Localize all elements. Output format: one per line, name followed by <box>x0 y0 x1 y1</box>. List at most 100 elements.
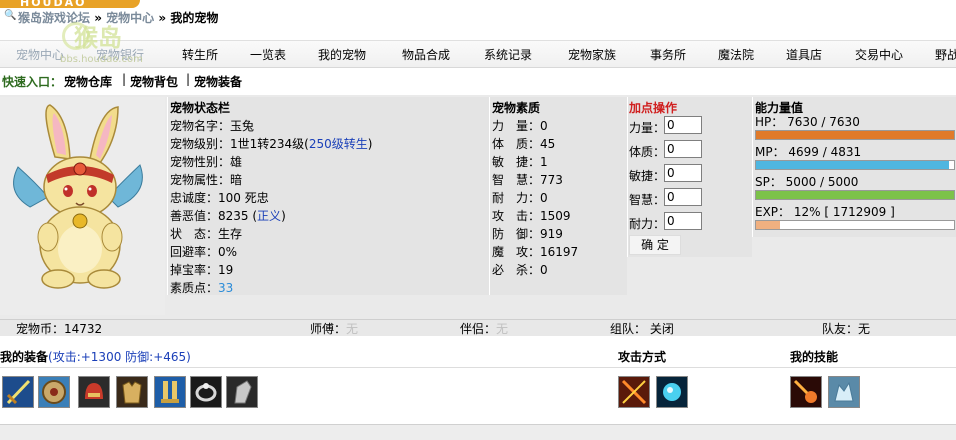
nav-item-shop[interactable]: 道具店 <box>786 46 822 63</box>
rebirth-level-link[interactable]: 250级转生 <box>309 137 368 151</box>
pet-level-prefix: 宠物级别：1世1转234级( <box>170 137 309 151</box>
points-title: 加点操作 <box>629 101 678 115</box>
pet-drop-rate: 掉宝率：19 <box>170 263 234 277</box>
armor-icon[interactable] <box>116 376 148 408</box>
equipment-label: 我的装备 <box>0 350 49 364</box>
attrs-title: 宠物素质 <box>492 101 541 115</box>
sp-text: SP： 5000 / 5000 <box>755 175 859 189</box>
pet-status-panel: 宠物状态栏 宠物名字：玉兔 宠物级别：1世1转234级(250级转生) 宠物性别… <box>167 97 489 295</box>
bottom-bar <box>0 424 956 440</box>
master-info: 师傅：无 <box>310 320 358 337</box>
nav-rebirth[interactable]: 转生所 <box>182 46 218 63</box>
rabbit-pet-icon <box>13 104 143 289</box>
watermark-url: bbs.houdao.com <box>60 54 143 65</box>
nav-office[interactable]: 事务所 <box>650 46 686 63</box>
attack-method-title: 攻击方式 <box>618 350 667 364</box>
point-label-agility: 敏捷： <box>629 169 666 183</box>
points-label: 素质点： <box>170 281 219 295</box>
team-status: 组队： 关闭 <box>610 322 674 336</box>
logo-text: HOUDAO <box>20 0 87 9</box>
attr-attack: 攻 击：1509 <box>492 209 571 223</box>
quick-link-equipment[interactable]: 宠物装备 <box>194 73 242 90</box>
divider <box>0 367 956 368</box>
point-label-constitution: 体质： <box>629 145 666 159</box>
pet-karma-suffix: ) <box>281 209 286 223</box>
hp-bar <box>755 130 955 140</box>
points-value: 33 <box>218 281 234 295</box>
ring-icon[interactable] <box>190 376 222 408</box>
nav-item-synthesis[interactable]: 物品合成 <box>402 46 450 63</box>
pet-attribute: 宠物属性：暗 <box>170 173 243 187</box>
pet-level-suffix: ) <box>367 137 373 151</box>
pet-evade: 回避率：0% <box>170 245 238 259</box>
attr-critical: 必 杀：0 <box>492 263 548 277</box>
pet-loyalty: 忠诚度：100 死忠 <box>170 191 269 205</box>
karma-link[interactable]: 正义 <box>257 209 281 223</box>
pet-karma-prefix: 善恶值：8235 ( <box>170 209 258 223</box>
partner-label: 伴侣： <box>460 322 497 336</box>
site-logo[interactable]: HOUDAO <box>0 0 140 9</box>
agility-input[interactable]: 0 <box>664 164 702 182</box>
pet-karma: 善恶值：8235 (正义) <box>170 207 286 224</box>
point-label-endurance: 耐力： <box>629 217 666 231</box>
quick-link-backpack[interactable]: 宠物背包 <box>130 73 178 90</box>
master-value: 无 <box>346 322 359 336</box>
nav-my-pet[interactable]: 我的宠物 <box>318 46 366 63</box>
exp-text: EXP： 12% [ 1712909 ] <box>755 205 895 219</box>
ice-orb-icon[interactable] <box>656 376 688 408</box>
sp-bar <box>755 190 955 200</box>
ice-beast-icon[interactable] <box>828 376 860 408</box>
shield-icon[interactable] <box>38 376 70 408</box>
mp-bar-fill <box>756 161 949 169</box>
pet-name: 宠物名字：玉兔 <box>170 119 255 133</box>
attr-wisdom: 智 慧：773 <box>492 173 563 187</box>
nav-pet-center[interactable]: 宠物中心 <box>16 46 64 63</box>
attr-constitution: 体 质：45 <box>492 137 556 151</box>
quick-sep: | <box>122 72 127 86</box>
pet-level: 宠物级别：1世1转234级(250级转生) <box>170 135 372 152</box>
sword-icon[interactable] <box>2 376 34 408</box>
equipment-title: 我的装备(攻击:+1300 防御:+465) <box>0 348 191 365</box>
attr-endurance: 耐 力：0 <box>492 191 548 205</box>
pet-points: 素质点：33 <box>170 279 233 296</box>
attr-strength: 力 量：0 <box>492 119 548 133</box>
breadcrumb-sep: » <box>158 11 167 25</box>
partner-value: 无 <box>496 322 509 336</box>
partner-info: 伴侣：无 <box>460 320 508 337</box>
strength-input[interactable]: 0 <box>664 116 702 134</box>
hp-bar-fill <box>756 131 954 139</box>
mp-text: MP： 4699 / 4831 <box>755 145 862 159</box>
master-label: 师傅： <box>310 322 347 336</box>
confirm-button[interactable]: 确 定 <box>629 235 681 255</box>
point-allocation-panel: 加点操作 力量： 体质： 敏捷： 智慧： 耐力： 0 0 0 0 0 <box>627 97 752 257</box>
helmet-icon[interactable] <box>78 376 110 408</box>
constitution-input[interactable]: 0 <box>664 140 702 158</box>
nav-overview[interactable]: 一览表 <box>250 46 286 63</box>
breadcrumb-current: 我的宠物 <box>170 11 219 25</box>
nav-system-log[interactable]: 系统记录 <box>484 46 532 63</box>
fire-slash-icon[interactable] <box>618 376 650 408</box>
quick-link-warehouse[interactable]: 宠物仓库 <box>64 73 112 90</box>
nav-pet-family[interactable]: 宠物家族 <box>568 46 616 63</box>
wisdom-input[interactable]: 0 <box>664 188 702 206</box>
endurance-input[interactable]: 0 <box>664 212 702 230</box>
attr-defense: 防 御：919 <box>492 227 563 241</box>
attr-magic-attack: 魔 攻：16197 <box>492 245 579 259</box>
status-title: 宠物状态栏 <box>170 101 231 115</box>
pet-attributes-panel: 宠物素质 力 量：0 体 质：45 敏 捷：1 智 慧：773 耐 力：0 攻 … <box>489 97 627 295</box>
quick-entry-label: 快速入口： <box>2 75 63 89</box>
pet-coins: 宠物币：14732 <box>16 322 103 336</box>
pet-state: 状 态：生存 <box>170 227 243 241</box>
watermark: 猴岛 bbs.houdao.com <box>60 14 150 70</box>
exp-bar-fill <box>756 221 780 229</box>
meteor-icon[interactable] <box>790 376 822 408</box>
exp-bar <box>755 220 955 230</box>
mp-bar <box>755 160 955 170</box>
pet-gender: 宠物性别：雄 <box>170 155 243 169</box>
boots-icon[interactable] <box>154 376 186 408</box>
gauntlet-icon[interactable] <box>226 376 258 408</box>
nav-field-battle[interactable]: 野战 <box>935 46 956 63</box>
nav-magic-academy[interactable]: 魔法院 <box>718 46 754 63</box>
skills-title: 我的技能 <box>790 350 839 364</box>
nav-trade-center[interactable]: 交易中心 <box>855 46 903 63</box>
